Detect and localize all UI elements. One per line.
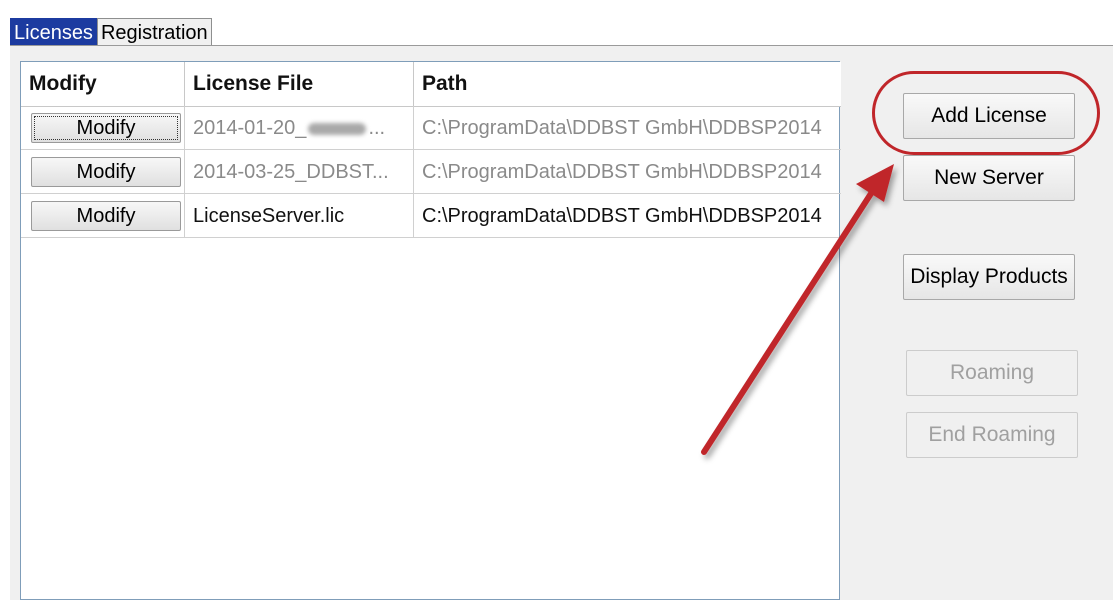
license-file-prefix: 2014-01-20_ — [193, 117, 307, 139]
path-cell: C:\ProgramData\DDBST GmbH\DDBSP2014 — [414, 106, 841, 150]
table-row[interactable]: Modify 2014-03-25_DDBST... C:\ProgramDat… — [21, 150, 841, 194]
table-row[interactable]: Modify LicenseServer.lic C:\ProgramData\… — [21, 194, 841, 238]
display-products-button[interactable]: Display Products — [903, 254, 1075, 300]
end-roaming-button[interactable]: End Roaming — [906, 412, 1078, 458]
tab-licenses[interactable]: Licenses — [10, 18, 97, 46]
modify-cell: Modify — [21, 150, 185, 194]
modify-cell: Modify — [21, 194, 185, 238]
modify-cell: Modify — [21, 106, 185, 150]
modify-button[interactable]: Modify — [31, 157, 181, 187]
license-file-cell: LicenseServer.lic — [185, 194, 414, 238]
modify-button[interactable]: Modify — [31, 201, 181, 231]
tab-strip: Licenses Registration — [10, 16, 212, 46]
license-file-suffix: ... — [368, 117, 386, 139]
column-header-license-file[interactable]: License File — [185, 62, 414, 106]
path-cell: C:\ProgramData\DDBST GmbH\DDBSP2014 — [414, 150, 841, 194]
license-table: Modify License File Path Modify 2014-01-… — [20, 61, 841, 600]
column-header-path[interactable]: Path — [414, 62, 841, 106]
tab-registration[interactable]: Registration — [96, 18, 212, 46]
table-row[interactable]: Modify 2014-01-20_... C:\ProgramData\DDB… — [21, 106, 841, 150]
redacted-text — [308, 122, 367, 135]
column-header-modify[interactable]: Modify — [21, 62, 185, 106]
license-file-cell: 2014-01-20_... — [185, 106, 414, 150]
table-header: Modify License File Path — [21, 62, 841, 107]
new-server-button[interactable]: New Server — [903, 155, 1075, 201]
path-cell: C:\ProgramData\DDBST GmbH\DDBSP2014 — [414, 194, 841, 238]
roaming-button[interactable]: Roaming — [906, 350, 1078, 396]
highlight-ring — [872, 71, 1100, 155]
modify-button[interactable]: Modify — [31, 113, 181, 143]
license-file-cell: 2014-03-25_DDBST... — [185, 150, 414, 194]
